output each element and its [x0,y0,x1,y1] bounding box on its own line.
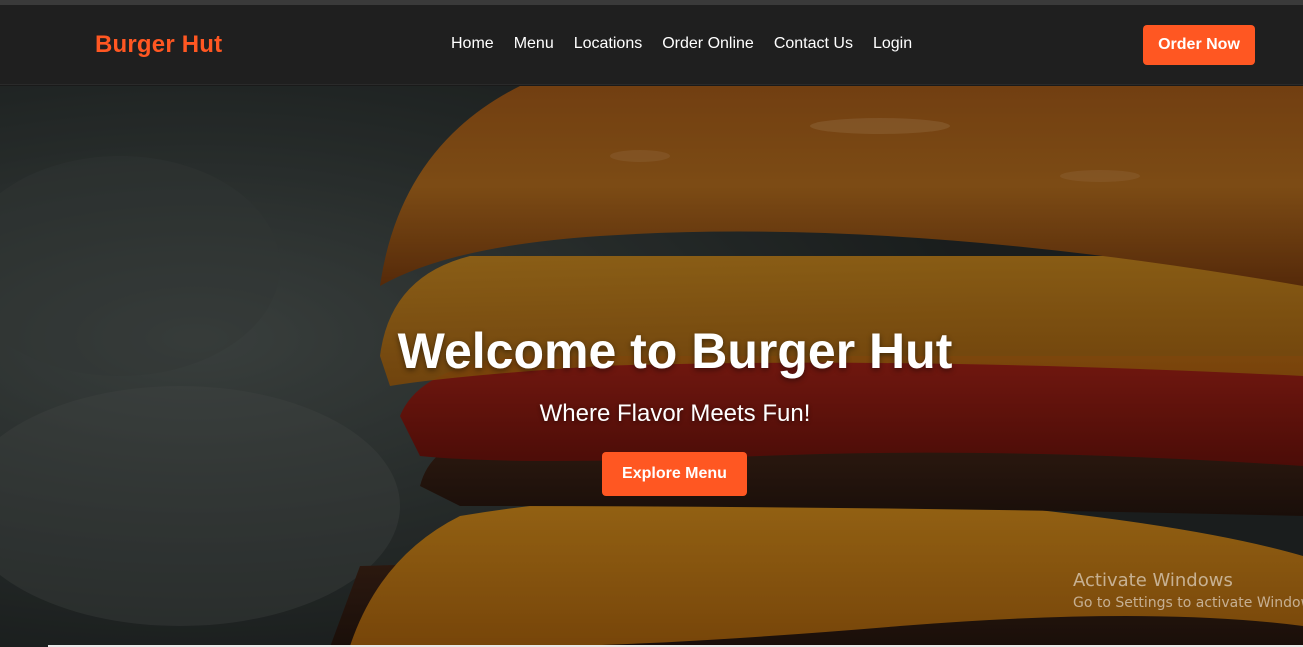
explore-menu-button[interactable]: Explore Menu [602,452,747,496]
hero-title: Welcome to Burger Hut [397,323,953,379]
watermark-title: Activate Windows [1073,570,1233,591]
hero-subtitle: Where Flavor Meets Fun! [539,400,811,427]
nav-links: Home Menu Locations Order Online Contact… [451,35,912,53]
brand-logo[interactable]: Burger Hut [95,31,222,59]
hero-content: Welcome to Burger Hut Where Flavor Meets… [0,86,1303,647]
activate-windows-watermark: Activate Windows Go to Settings to activ… [1073,570,1303,614]
nav-link-order-online[interactable]: Order Online [662,35,754,53]
nav-link-locations[interactable]: Locations [574,35,643,53]
hero-section: Welcome to Burger Hut Where Flavor Meets… [0,86,1303,647]
order-now-button[interactable]: Order Now [1143,25,1255,65]
nav-link-menu[interactable]: Menu [514,35,554,53]
page: Burger Hut Home Menu Locations Order Onl… [0,0,1303,647]
navbar: Burger Hut Home Menu Locations Order Onl… [0,5,1303,85]
nav-link-login[interactable]: Login [873,35,912,53]
nav-link-home[interactable]: Home [451,35,494,53]
nav-link-contact-us[interactable]: Contact Us [774,35,853,53]
watermark-subtitle: Go to Settings to activate Windows. [1073,595,1303,611]
